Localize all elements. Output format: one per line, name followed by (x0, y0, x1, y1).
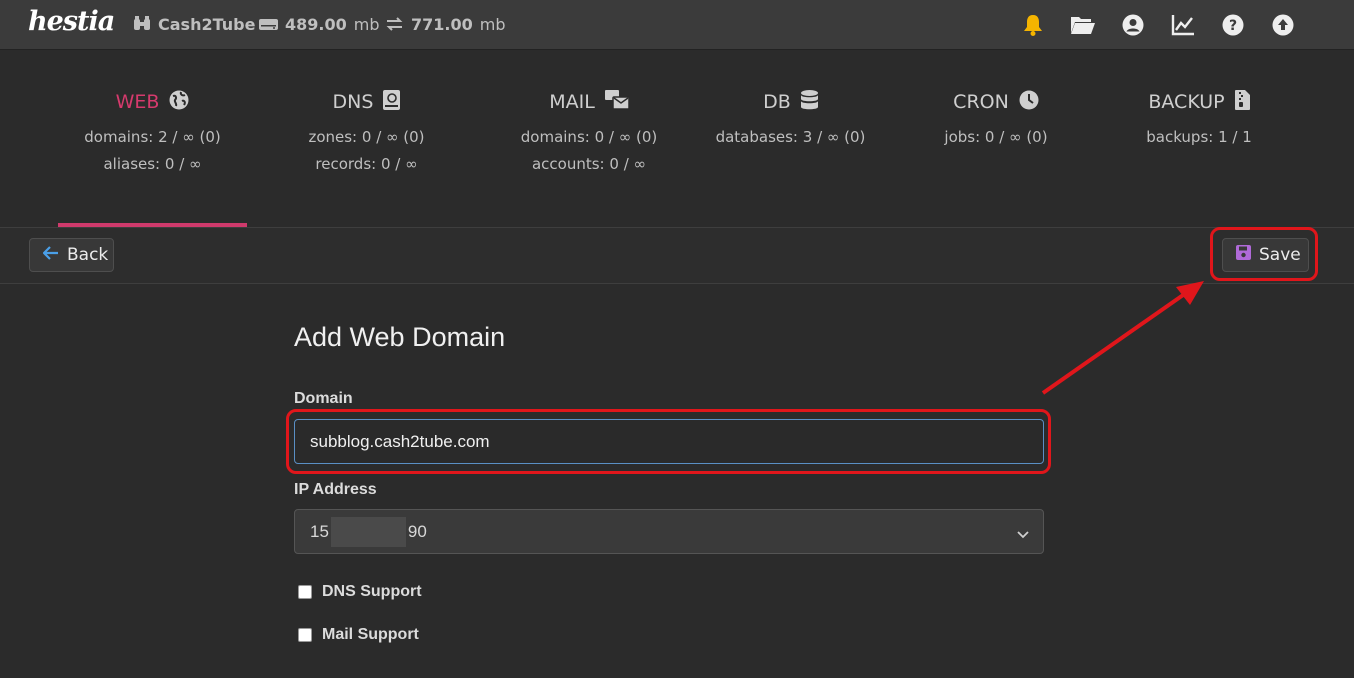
tab-label: DB (763, 91, 791, 113)
redaction-mask (330, 516, 406, 547)
tab-db[interactable]: DB databases: 3 / ∞ (0) (692, 50, 889, 227)
bandwidth-value: 771.00 (411, 14, 473, 34)
tab-label: DNS (332, 91, 374, 113)
dns-support-label: DNS Support (322, 583, 422, 600)
help-icon[interactable]: ? (1220, 12, 1246, 38)
bell-icon[interactable] (1020, 12, 1046, 38)
user-stat[interactable]: Cash2Tube (133, 14, 255, 34)
back-button[interactable]: Back (29, 238, 114, 272)
hestia-logo[interactable]: hestia (28, 6, 115, 37)
mail-support-checkbox[interactable]: Mail Support (298, 626, 419, 644)
folder-icon[interactable] (1070, 12, 1096, 38)
globe-icon (169, 90, 189, 115)
tab-label: CRON (953, 91, 1009, 113)
tab-label: WEB (115, 91, 160, 113)
tab-stat: backups: 1 / 1 (1146, 128, 1252, 146)
user-icon[interactable] (1120, 12, 1146, 38)
disk-unit: mb (353, 14, 380, 34)
binoculars-icon (133, 16, 151, 32)
bandwidth-unit: mb (479, 14, 506, 34)
user-name: Cash2Tube (158, 14, 256, 34)
tab-stat: zones: 0 / ∞ (0) (308, 128, 425, 146)
back-label: Back (67, 245, 109, 265)
tab-label: MAIL (549, 91, 595, 113)
ip-address-label: IP Address (294, 481, 377, 498)
tab-backup[interactable]: BACKUP backups: 1 / 1 (1103, 50, 1295, 227)
tab-dns[interactable]: DNS zones: 0 / ∞ (0) records: 0 / ∞ (247, 50, 486, 227)
disk-stat: 489.00 mb (259, 14, 380, 34)
tab-label: BACKUP (1148, 91, 1225, 113)
top-bar: hestia Cash2Tube 489.00 mb 771.00 mb ? (0, 0, 1354, 50)
tab-stat: databases: 3 / ∞ (0) (715, 128, 866, 146)
clock-icon (1019, 90, 1039, 115)
tab-stat: aliases: 0 / ∞ (103, 155, 202, 173)
ip-address-select[interactable]: 15 90 (294, 509, 1044, 554)
save-highlight-box (1210, 227, 1318, 281)
dns-support-checkbox[interactable]: DNS Support (298, 583, 422, 601)
exchange-icon (385, 16, 404, 32)
bandwidth-stat: 771.00 mb (385, 14, 506, 34)
atlas-icon (383, 89, 401, 115)
domain-highlight-box (286, 409, 1051, 474)
mail-support-label: Mail Support (322, 626, 419, 643)
tab-cron[interactable]: CRON jobs: 0 / ∞ (0) (889, 50, 1103, 227)
top-right-icons: ? (1020, 12, 1296, 38)
chevron-down-icon (1017, 524, 1029, 544)
tab-stat: domains: 0 / ∞ (0) (520, 128, 658, 146)
toolbar: Back Save (0, 227, 1354, 284)
arrow-left-icon (42, 245, 59, 265)
hard-drive-icon (259, 17, 278, 32)
chart-icon[interactable] (1170, 12, 1196, 38)
tab-mail[interactable]: MAIL domains: 0 / ∞ (0) accounts: 0 / ∞ (486, 50, 692, 227)
ip-prefix: 15 (310, 521, 329, 541)
checkbox[interactable] (298, 585, 312, 599)
tab-stat: jobs: 0 / ∞ (0) (944, 128, 1048, 146)
tab-web[interactable]: WEB domains: 2 / ∞ (0) aliases: 0 / ∞ (58, 50, 247, 227)
mail-bulk-icon (604, 89, 630, 115)
upload-icon[interactable] (1270, 12, 1296, 38)
svg-text:?: ? (1229, 18, 1237, 34)
file-zipper-icon (1234, 89, 1250, 115)
page-title: Add Web Domain (294, 322, 506, 352)
database-icon (800, 89, 818, 115)
section-tabs: WEB domains: 2 / ∞ (0) aliases: 0 / ∞ DN… (58, 50, 1295, 227)
checkbox[interactable] (298, 628, 312, 642)
tab-stat: records: 0 / ∞ (315, 155, 418, 173)
domain-label: Domain (294, 390, 353, 407)
ip-suffix: 90 (407, 521, 427, 541)
tab-stat: accounts: 0 / ∞ (531, 155, 647, 173)
tab-stat: domains: 2 / ∞ (0) (84, 128, 221, 146)
disk-value: 489.00 (285, 14, 347, 34)
